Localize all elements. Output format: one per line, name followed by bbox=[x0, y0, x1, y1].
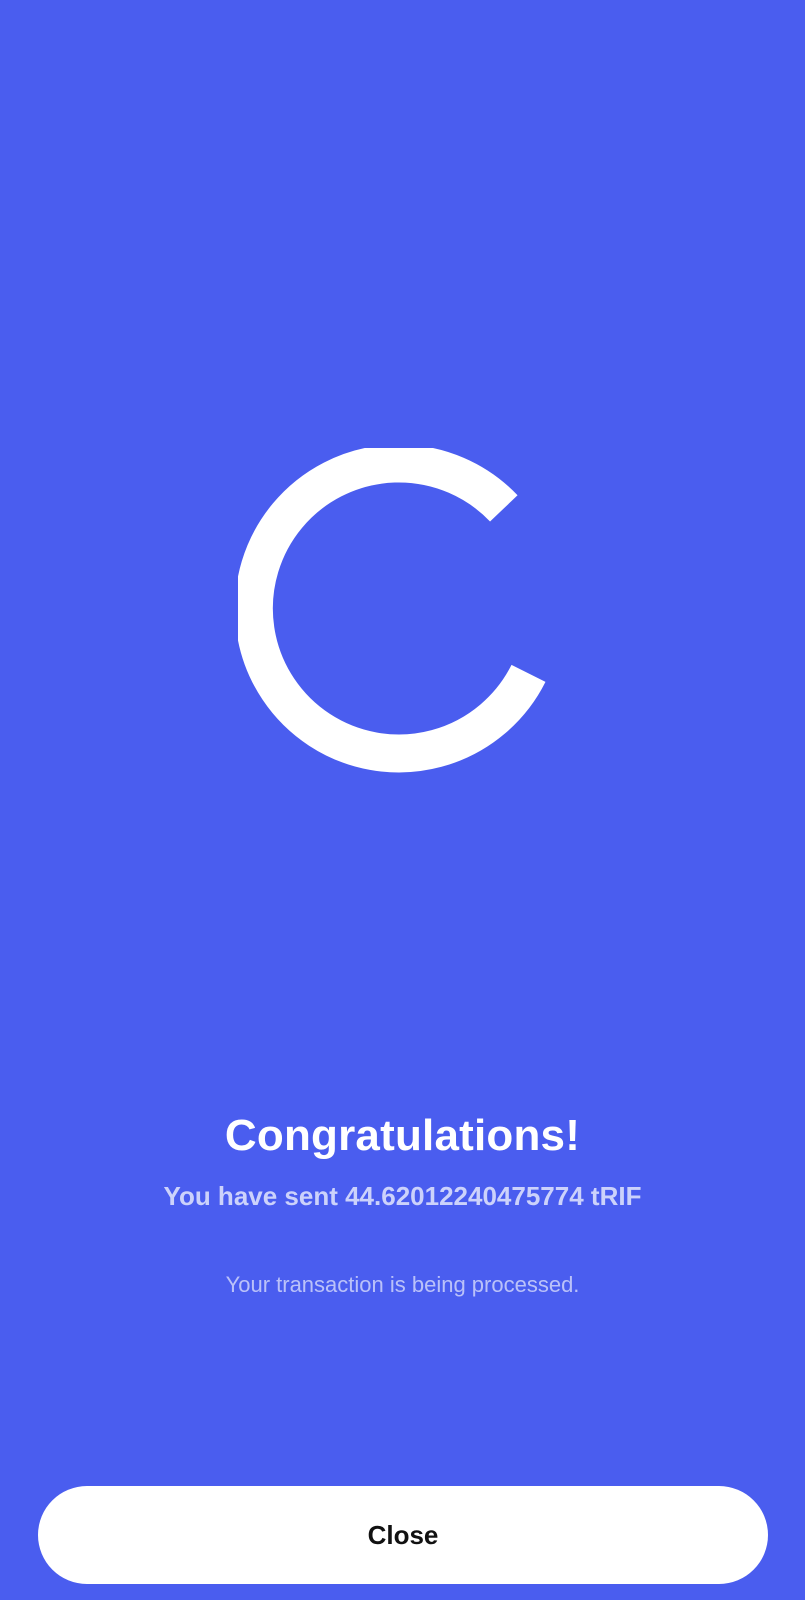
sent-amount-text: You have sent 44.62012240475774 tRIF bbox=[163, 1181, 642, 1211]
close-button[interactable]: Close bbox=[38, 1486, 768, 1584]
success-screen: Congratulations! You have sent 44.620122… bbox=[0, 0, 805, 1600]
logo-arc bbox=[238, 448, 546, 773]
c-ring-loading-icon bbox=[238, 448, 546, 773]
page-title: Congratulations! bbox=[224, 1111, 581, 1160]
transaction-status-text: Your transaction is being processed. bbox=[225, 1272, 580, 1297]
